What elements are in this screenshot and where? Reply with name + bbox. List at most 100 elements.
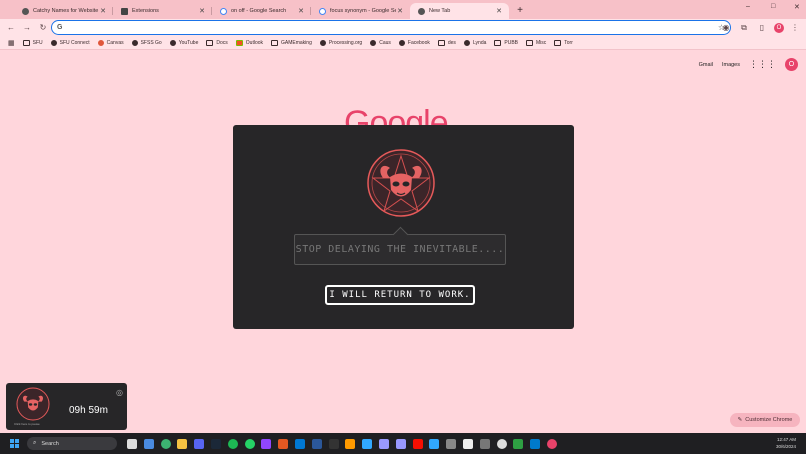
search-icon: ⌕ xyxy=(33,440,37,446)
google-icon: G xyxy=(57,24,63,31)
demon-emblem-icon xyxy=(16,387,50,421)
whatsapp-icon[interactable] xyxy=(244,438,255,449)
close-icon[interactable]: ✕ xyxy=(198,7,206,15)
focus-timer-widget[interactable]: Click here to pause 09h 59m ◎ xyxy=(6,383,127,430)
bookmark-canvas[interactable]: Canvas xyxy=(97,39,124,46)
minimize-button[interactable]: – xyxy=(746,3,750,10)
word-icon[interactable] xyxy=(311,438,322,449)
tab-on-off-search[interactable]: on off - Google Search ✕ xyxy=(212,3,311,19)
file-explorer-icon[interactable] xyxy=(177,438,188,449)
tab-title: Catchy Names for Website xyxy=(33,8,99,14)
images-link[interactable]: Images xyxy=(722,62,740,68)
app-icon[interactable] xyxy=(278,438,289,449)
vscode-icon[interactable] xyxy=(530,438,541,449)
bookmark-torr[interactable]: Torr xyxy=(554,39,573,46)
bookmark-pubb[interactable]: PUBB xyxy=(494,39,518,46)
bookmark-misc[interactable]: Misc xyxy=(526,39,546,46)
photoshop-icon[interactable] xyxy=(362,438,373,449)
widgets-icon[interactable] xyxy=(143,438,154,449)
chrome-icon xyxy=(418,7,425,15)
taskbar: ⌕ Search 12:47 AM 30/6/2024 xyxy=(0,433,806,454)
tab-focus-synonym[interactable]: focus synonym - Google Search ✕ xyxy=(311,3,410,19)
bookmark-facebook[interactable]: Facebook xyxy=(398,39,430,46)
tab-title: on off - Google Search xyxy=(231,8,287,14)
address-input[interactable] xyxy=(67,21,718,34)
sidepanel-icon[interactable]: ▯ xyxy=(755,21,769,35)
folder-icon xyxy=(206,39,214,46)
bookmark-docs[interactable]: Docs xyxy=(206,39,228,46)
bookmark-processing[interactable]: Processing.org xyxy=(319,39,362,46)
premiere-icon[interactable] xyxy=(395,438,406,449)
bookmark-des[interactable]: des xyxy=(437,39,456,46)
acrobat-icon[interactable] xyxy=(412,438,423,449)
pause-caption[interactable]: Click here to pause xyxy=(14,422,40,426)
chrome-app-icon[interactable] xyxy=(546,438,557,449)
ntp-header: Gmail Images ⋮⋮⋮ O xyxy=(690,58,798,71)
task-view-icon[interactable] xyxy=(127,438,137,449)
apps-grid-icon[interactable]: ⋮⋮⋮ xyxy=(749,59,776,70)
apps-grid-icon[interactable]: ▦ xyxy=(8,39,15,47)
lightroom-icon[interactable] xyxy=(429,438,440,449)
bookmark-caus[interactable]: Caus xyxy=(370,39,391,46)
bookmark-sfu-connect[interactable]: SFU Connect xyxy=(50,39,90,46)
app-icon[interactable] xyxy=(462,438,473,449)
reload-icon[interactable]: ↻ xyxy=(36,21,50,35)
puzzle-icon[interactable]: ⧉ xyxy=(737,21,751,35)
close-icon[interactable]: ✕ xyxy=(297,7,305,15)
steam-icon[interactable] xyxy=(210,438,221,449)
close-icon[interactable]: ✕ xyxy=(495,7,503,15)
site-icon xyxy=(131,39,138,46)
bookmark-sfss-go[interactable]: SFSS Go xyxy=(131,39,162,46)
windows-start-icon[interactable] xyxy=(10,439,19,448)
bookmark-youtube[interactable]: YouTube xyxy=(169,39,198,46)
bookmarks-bar: ▦ SFU SFU Connect Canvas SFSS Go YouTube… xyxy=(0,36,806,50)
site-icon xyxy=(370,39,377,46)
site-icon xyxy=(50,39,57,46)
tab-new-tab[interactable]: New Tab ✕ xyxy=(410,3,509,19)
taskbar-search[interactable]: ⌕ Search xyxy=(27,437,117,450)
store-icon[interactable] xyxy=(294,438,305,449)
app-icon[interactable] xyxy=(479,438,490,449)
youtube-icon xyxy=(169,39,176,46)
tab-extensions[interactable]: Extensions ✕ xyxy=(113,3,212,19)
profile-avatar[interactable]: O xyxy=(774,22,784,33)
bookmark-lynda[interactable]: Lynda xyxy=(463,39,486,46)
system-clock[interactable]: 12:47 AM 30/6/2024 xyxy=(776,436,796,450)
close-icon[interactable]: ✕ xyxy=(99,7,107,15)
app-icon[interactable] xyxy=(496,438,507,449)
tab-title: New Tab xyxy=(429,8,451,14)
close-icon[interactable]: ✕ xyxy=(396,7,404,15)
address-bar[interactable]: G ☆ xyxy=(51,20,731,35)
bookmark-outlook[interactable]: Outlook xyxy=(235,39,263,46)
menu-kebab-icon[interactable]: ⋮ xyxy=(788,21,802,35)
tab-title: focus synonym - Google Search xyxy=(330,8,396,14)
spotify-icon[interactable] xyxy=(227,438,238,449)
close-window-button[interactable]: ✕ xyxy=(794,3,800,11)
gmail-link[interactable]: Gmail xyxy=(699,62,713,68)
timer-countdown: 09h 59m xyxy=(69,405,108,416)
facebook-icon xyxy=(398,39,405,46)
eye-off-icon[interactable]: ◎ xyxy=(116,388,123,397)
maximize-button[interactable]: □ xyxy=(771,3,775,10)
customize-chrome-button[interactable]: ✎ Customize Chrome xyxy=(730,413,800,427)
forward-arrow-icon[interactable]: → xyxy=(20,21,34,35)
app-icon[interactable] xyxy=(446,438,457,449)
demon-emblem-icon xyxy=(367,149,435,217)
app-icon[interactable] xyxy=(513,438,524,449)
tab-catchy-names[interactable]: Catchy Names for Website ✕ xyxy=(14,3,113,19)
twitch-icon[interactable] xyxy=(261,438,272,449)
folder-icon xyxy=(22,39,30,46)
app-icon[interactable] xyxy=(328,438,339,449)
bookmark-gamemaking[interactable]: GAMEmaking xyxy=(271,39,312,46)
extension-icon[interactable]: ◉ xyxy=(719,21,733,35)
profile-avatar[interactable]: O xyxy=(785,58,798,71)
illustrator-icon[interactable] xyxy=(345,438,356,449)
back-arrow-icon[interactable]: ← xyxy=(4,21,18,35)
chrome-app-icon[interactable] xyxy=(160,438,171,449)
return-to-work-button[interactable]: I WILL RETURN TO WORK. xyxy=(325,285,475,305)
bookmark-sfu[interactable]: SFU xyxy=(22,39,43,46)
discord-icon[interactable] xyxy=(194,438,205,449)
new-tab-button[interactable]: + xyxy=(513,4,527,18)
after-effects-icon[interactable] xyxy=(378,438,389,449)
folder-icon xyxy=(526,39,533,46)
